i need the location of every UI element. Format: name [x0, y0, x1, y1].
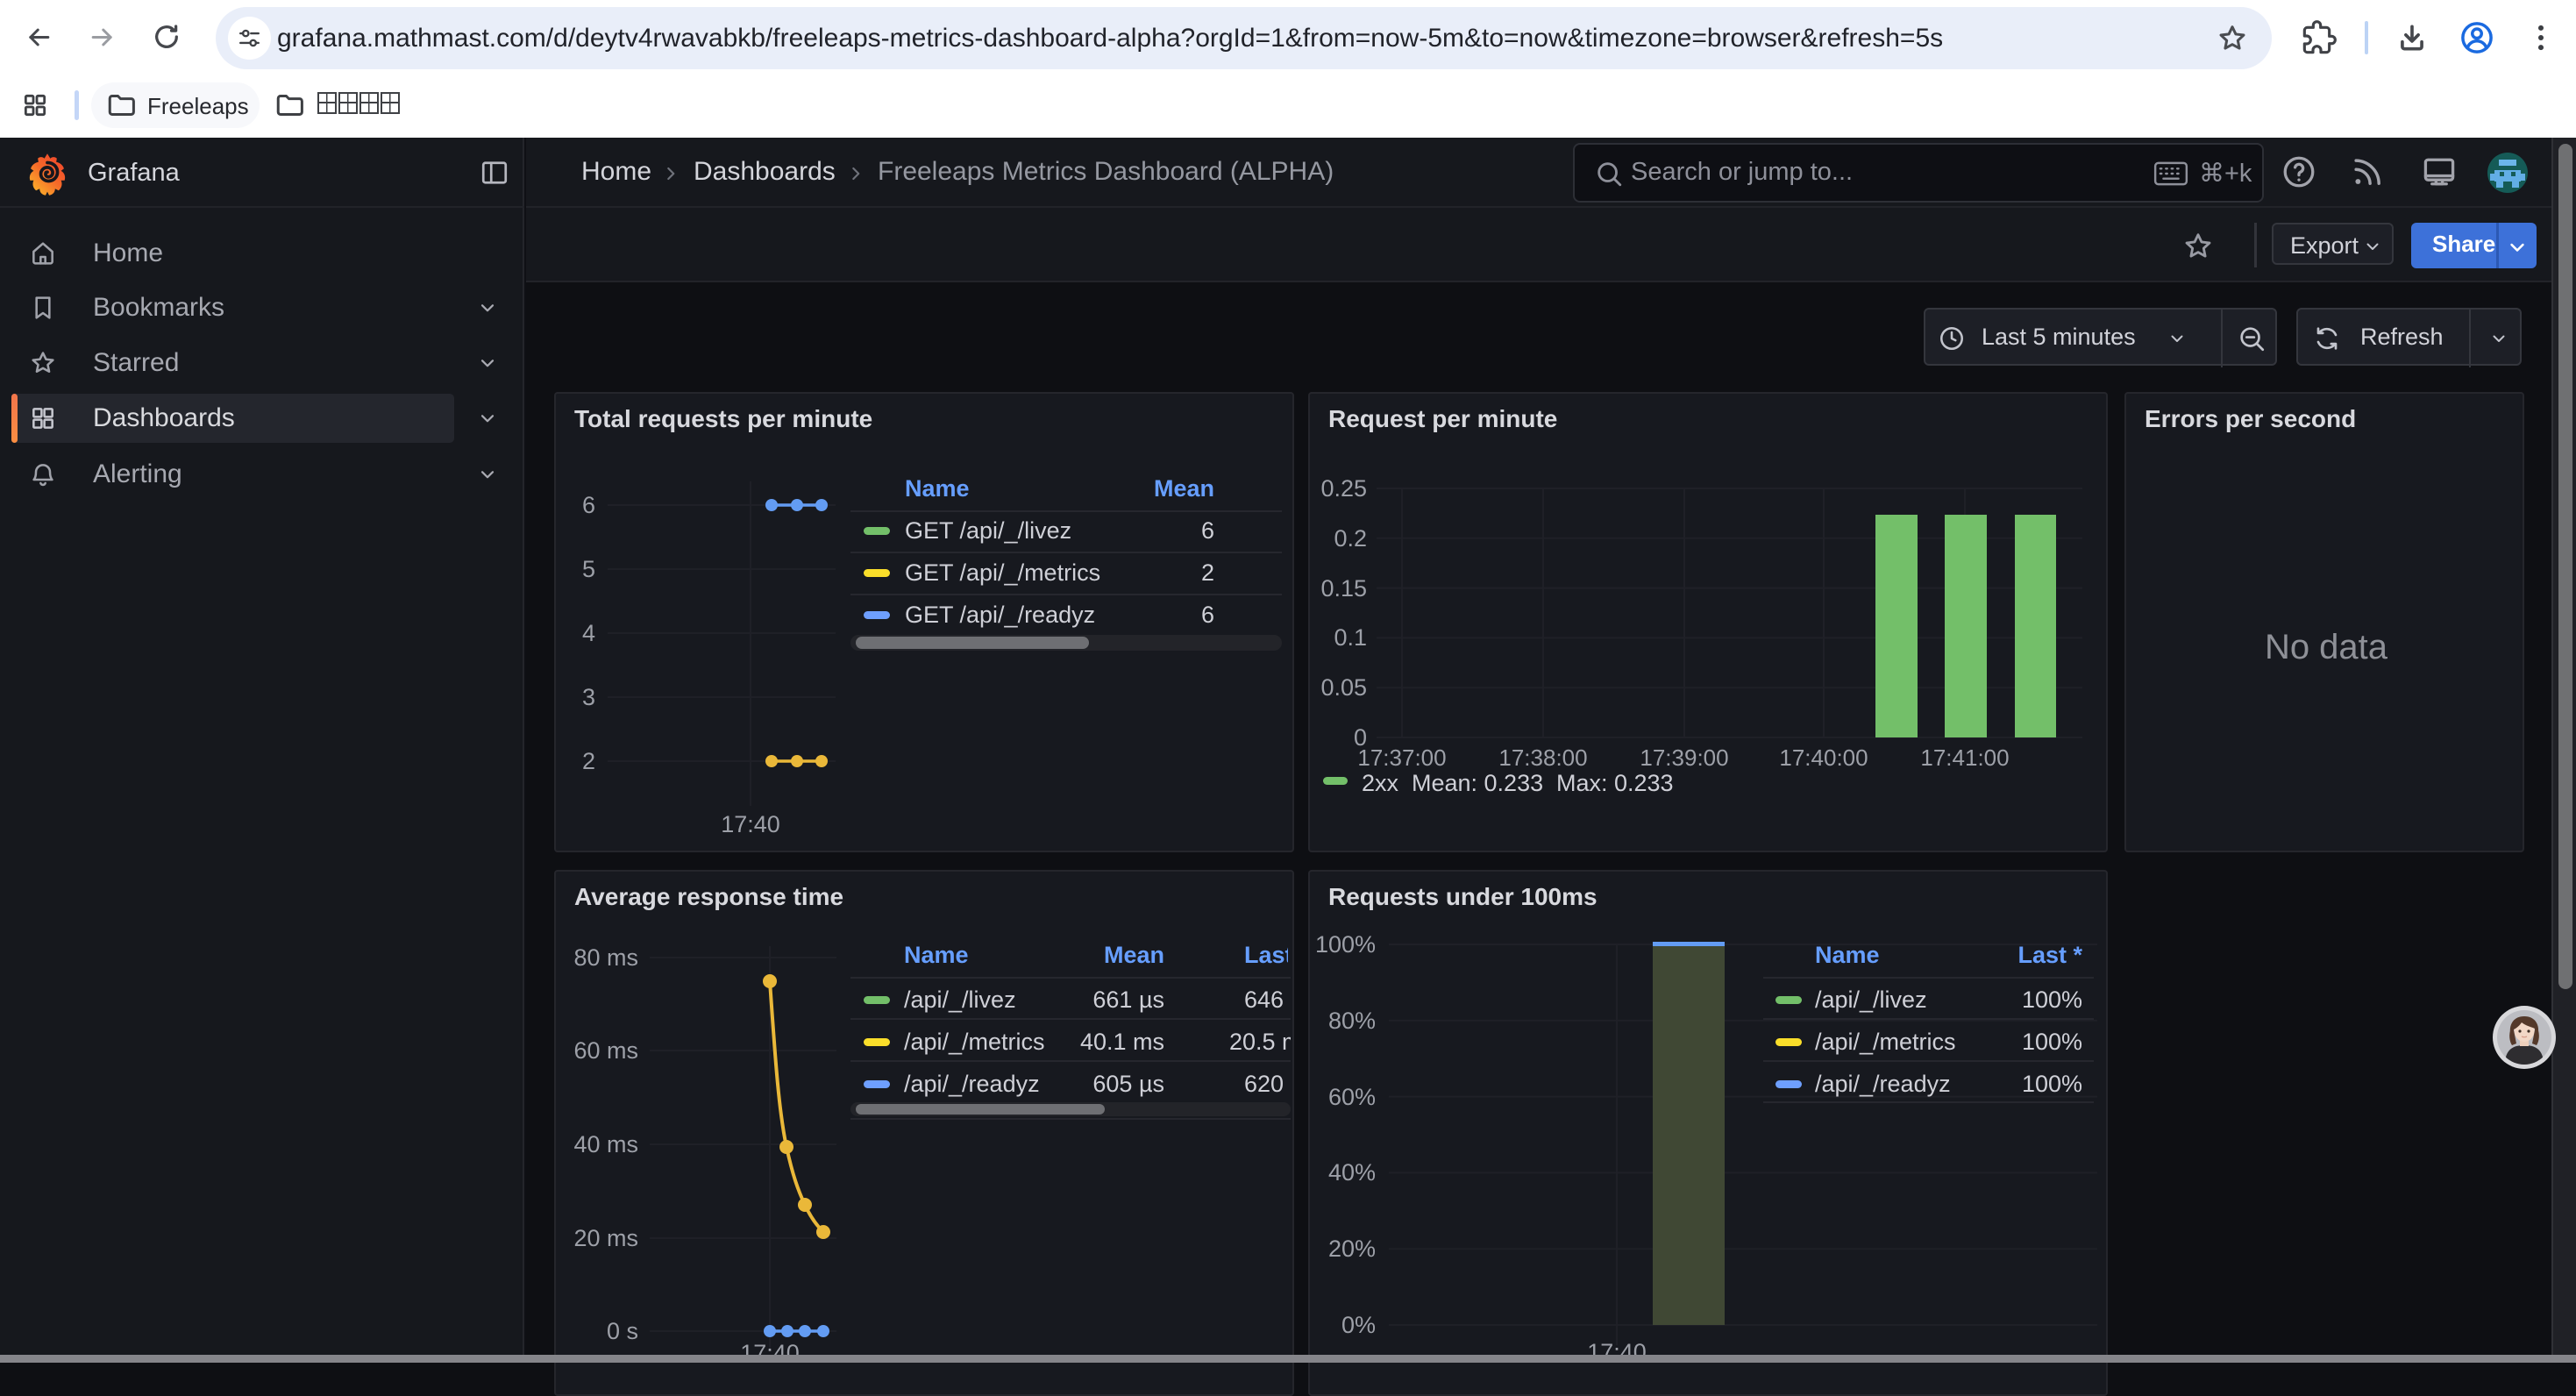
- svg-text:17:38:00: 17:38:00: [1498, 744, 1587, 771]
- svg-text:17:41:00: 17:41:00: [1920, 744, 2009, 771]
- svg-text:4: 4: [582, 620, 595, 646]
- svg-text:20 ms: 20 ms: [573, 1225, 638, 1251]
- svg-text:60%: 60%: [1328, 1084, 1376, 1110]
- svg-text:0%: 0%: [1341, 1312, 1376, 1338]
- svg-text:20%: 20%: [1328, 1236, 1376, 1262]
- svg-text:0.25: 0.25: [1320, 475, 1367, 502]
- svg-text:Mean: 0.233: Mean: 0.233: [1412, 770, 1543, 796]
- svg-text:17:39:00: 17:39:00: [1640, 744, 1728, 771]
- svg-text:0.15: 0.15: [1320, 575, 1367, 602]
- svg-text:17:40: 17:40: [721, 811, 780, 837]
- svg-text:40%: 40%: [1328, 1159, 1376, 1186]
- svg-text:2: 2: [582, 748, 595, 774]
- svg-text:0.2: 0.2: [1334, 525, 1367, 552]
- svg-text:80 ms: 80 ms: [573, 944, 638, 971]
- svg-text:2xx: 2xx: [1362, 770, 1399, 796]
- svg-text:60 ms: 60 ms: [573, 1037, 638, 1064]
- svg-text:6: 6: [582, 492, 595, 518]
- svg-text:0.05: 0.05: [1320, 674, 1367, 701]
- svg-text:17:40:00: 17:40:00: [1779, 744, 1868, 771]
- svg-text:3: 3: [582, 684, 595, 710]
- svg-text:17:37:00: 17:37:00: [1357, 744, 1446, 771]
- svg-text:40 ms: 40 ms: [573, 1131, 638, 1157]
- svg-text:100%: 100%: [1315, 931, 1376, 958]
- svg-text:0.1: 0.1: [1334, 624, 1367, 651]
- svg-text:0 s: 0 s: [607, 1318, 638, 1344]
- svg-text:80%: 80%: [1328, 1008, 1376, 1034]
- svg-text:5: 5: [582, 556, 595, 582]
- svg-text:Max: 0.233: Max: 0.233: [1556, 770, 1674, 796]
